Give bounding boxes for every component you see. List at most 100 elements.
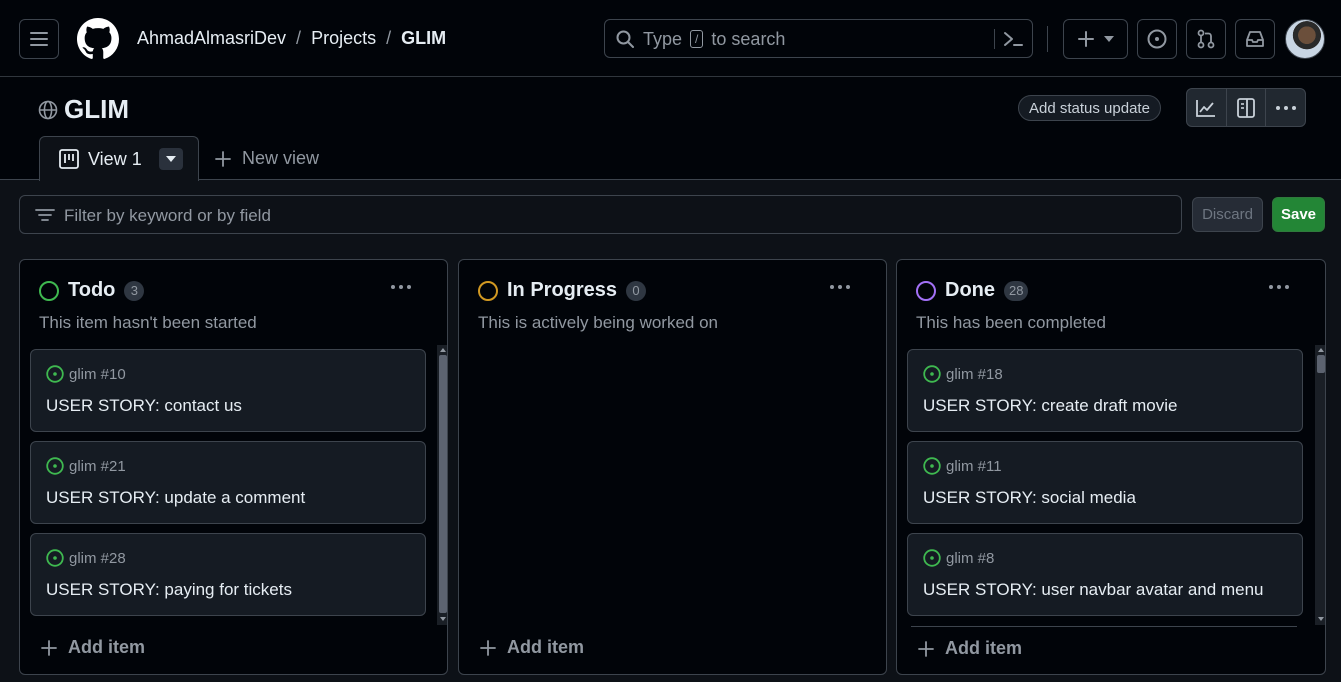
card-title[interactable]: USER STORY: social media [923, 488, 1136, 508]
card-ref: glim #11 [946, 457, 1002, 475]
project-more-button[interactable] [1266, 89, 1305, 126]
card-meta: glim #28 [46, 549, 126, 567]
save-button[interactable]: Save [1272, 197, 1325, 232]
avatar[interactable] [1285, 19, 1325, 59]
column-menu-button[interactable] [389, 278, 413, 296]
card-title[interactable]: USER STORY: update a comment [46, 488, 305, 508]
kebab-horizontal-icon [391, 285, 411, 289]
list-divider [911, 626, 1297, 627]
project-header [0, 78, 1341, 180]
view-options-button[interactable] [158, 148, 183, 170]
column-header: Todo 3 [39, 279, 145, 302]
add-status-update-button[interactable]: Add status update [1018, 95, 1161, 121]
board-card[interactable]: glim #8 USER STORY: user navbar avatar a… [907, 533, 1303, 616]
create-new-button[interactable] [1063, 19, 1128, 59]
plus-icon [918, 640, 934, 657]
column-description: This is actively being worked on [478, 313, 719, 332]
command-palette-icon[interactable] [1003, 30, 1023, 48]
scroll-down-arrow[interactable] [439, 615, 447, 623]
add-item-button[interactable]: Add item [41, 637, 145, 658]
inbox-icon [1246, 31, 1264, 47]
search-suffix: to search [711, 29, 786, 49]
column-title: Todo [68, 279, 116, 301]
add-item-label: Add item [945, 638, 1023, 658]
column-scrollbar[interactable] [437, 345, 447, 625]
github-logo[interactable] [77, 18, 119, 60]
issue-opened-icon [46, 549, 64, 567]
breadcrumb-current[interactable]: GLIM [401, 28, 446, 49]
new-view-button[interactable]: New view [215, 148, 319, 169]
global-header: AhmadAlmasriDev / Projects / GLIM Type /… [0, 0, 1341, 77]
card-meta: glim #10 [46, 365, 126, 383]
pull-requests-button[interactable] [1186, 19, 1226, 59]
column-menu-button[interactable] [1267, 278, 1291, 296]
project-actions [1186, 88, 1306, 127]
breadcrumb-projects[interactable]: Projects [311, 28, 376, 49]
column-count: 0 [626, 280, 647, 301]
kebab-horizontal-icon [1275, 105, 1296, 110]
status-circle-icon [478, 280, 498, 301]
issue-opened-icon [923, 365, 941, 383]
tab-view-1[interactable]: View 1 [39, 136, 199, 181]
issue-opened-icon [1147, 29, 1167, 49]
board-card[interactable]: glim #28 USER STORY: paying for tickets [30, 533, 426, 616]
project-title-row: GLIM [38, 94, 129, 125]
add-item-label: Add item [507, 637, 585, 657]
scrollbar-thumb[interactable] [439, 355, 447, 613]
search-input[interactable]: Type / to search [604, 19, 1033, 58]
breadcrumb: AhmadAlmasriDev / Projects / GLIM [137, 28, 446, 49]
add-item-button[interactable]: Add item [480, 637, 584, 658]
scrollbar-thumb[interactable] [1317, 355, 1325, 373]
issues-button[interactable] [1137, 19, 1177, 59]
discard-button[interactable]: Discard [1192, 197, 1263, 232]
column-count: 28 [1004, 280, 1029, 301]
card-meta: glim #18 [923, 365, 1003, 383]
kebab-horizontal-icon [1269, 285, 1289, 289]
toggle-sidebar-button[interactable] [1227, 89, 1267, 126]
scroll-down-arrow[interactable] [1317, 615, 1325, 623]
status-circle-icon [39, 280, 59, 301]
plus-icon [215, 150, 231, 167]
card-ref: glim #28 [69, 549, 126, 567]
git-pull-request-icon [1197, 29, 1215, 49]
card-meta: glim #11 [923, 457, 1002, 475]
board-card[interactable]: glim #18 USER STORY: create draft movie [907, 349, 1303, 432]
project-board-icon [59, 149, 79, 169]
board-card[interactable]: glim #21 USER STORY: update a comment [30, 441, 426, 524]
column-title: Done [945, 279, 995, 301]
column-menu-button[interactable] [828, 278, 852, 296]
column-description: This item hasn't been started [39, 313, 257, 332]
card-title[interactable]: USER STORY: paying for tickets [46, 580, 292, 600]
issue-opened-icon [923, 549, 941, 567]
column-scrollbar[interactable] [1315, 345, 1325, 625]
card-meta: glim #8 [923, 549, 994, 567]
column-count: 3 [124, 280, 145, 301]
filter-input[interactable]: Filter by keyword or by field [19, 195, 1182, 234]
page-title: GLIM [64, 94, 129, 124]
scroll-up-arrow[interactable] [1317, 346, 1325, 354]
sidebar-icon [1237, 97, 1255, 118]
issue-opened-icon [923, 457, 941, 475]
header-divider [1047, 26, 1048, 52]
menu-button[interactable] [19, 19, 59, 59]
plus-icon [41, 639, 57, 656]
inbox-button[interactable] [1235, 19, 1275, 59]
board-column-done: Done 28 This has been completed glim #18… [896, 259, 1326, 675]
caret-down-icon [165, 156, 176, 162]
card-title[interactable]: USER STORY: user navbar avatar and menu [923, 580, 1264, 600]
add-item-button[interactable]: Add item [918, 638, 1022, 659]
tab-divider [0, 179, 1341, 180]
board-card[interactable]: glim #10 USER STORY: contact us [30, 349, 426, 432]
card-title[interactable]: USER STORY: contact us [46, 396, 242, 416]
board-card[interactable]: glim #11 USER STORY: social media [907, 441, 1303, 524]
chevron-down-icon [1103, 36, 1114, 42]
insights-button[interactable] [1187, 89, 1227, 126]
scroll-up-arrow[interactable] [439, 346, 447, 354]
card-ref: glim #18 [946, 365, 1003, 383]
card-title[interactable]: USER STORY: create draft movie [923, 396, 1177, 416]
breadcrumb-owner[interactable]: AhmadAlmasriDev [137, 28, 286, 49]
board-column-in-progress: In Progress 0 This is actively being wor… [458, 259, 887, 675]
column-header: In Progress 0 [478, 279, 647, 302]
new-view-label: New view [242, 148, 320, 168]
hamburger-icon [30, 32, 48, 46]
